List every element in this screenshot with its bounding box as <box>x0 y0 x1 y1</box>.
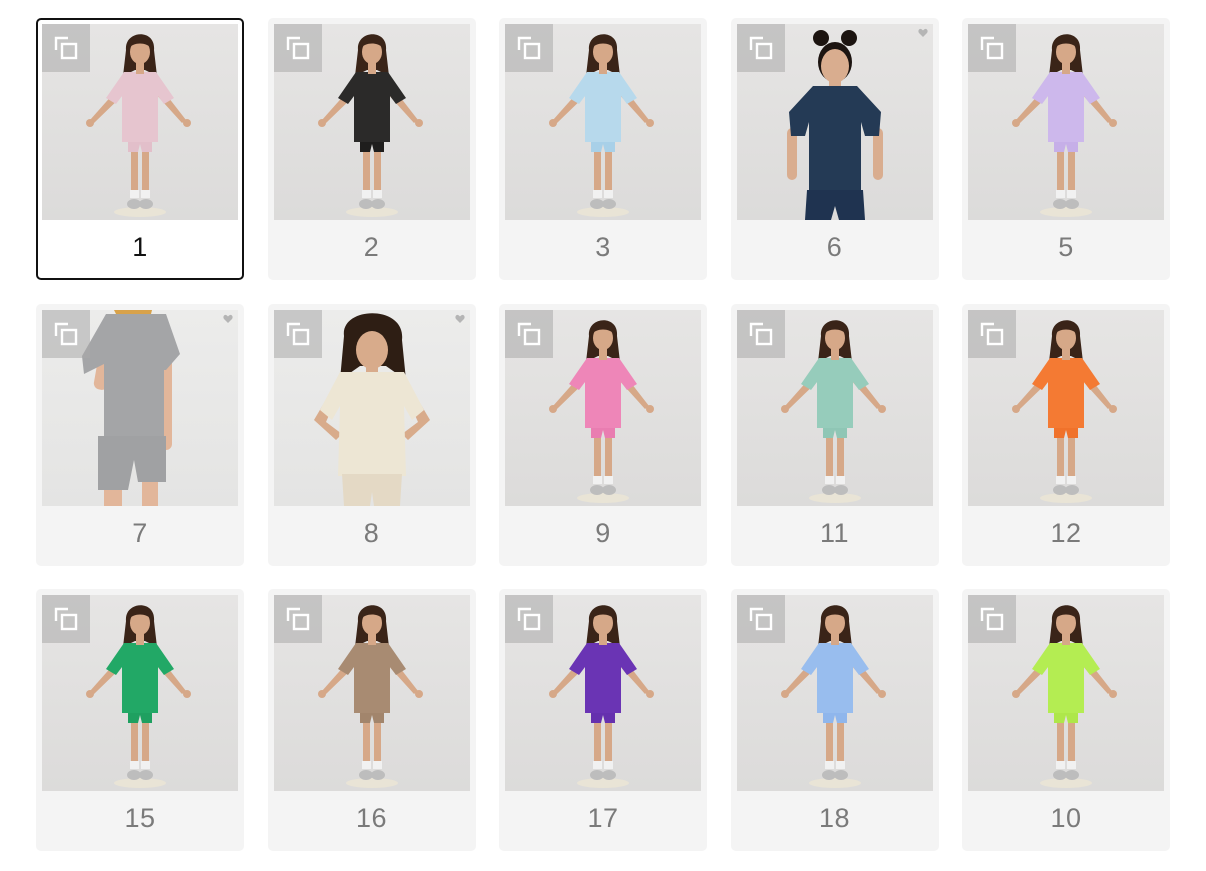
color-swatch-tile[interactable]: 17 <box>499 589 707 851</box>
zoom-square-icon <box>749 322 772 345</box>
color-swatch-tile[interactable]: 16 <box>267 589 476 851</box>
swatch-product-image <box>42 24 238 220</box>
swatch-product-image <box>42 595 238 791</box>
swatch-product-image <box>736 24 933 220</box>
swatch-label: 1 <box>132 232 148 262</box>
swatch-label: 9 <box>595 517 611 548</box>
swatch-label: 7 <box>132 517 148 548</box>
color-swatch-tile[interactable]: 3 <box>499 18 707 280</box>
swatch-product-image <box>968 595 1164 791</box>
color-swatch-tile[interactable]: 15 <box>36 589 244 851</box>
zoom-image-button[interactable] <box>968 309 1016 358</box>
zoom-image-button[interactable] <box>273 24 322 72</box>
swatch-product-image <box>736 309 933 506</box>
color-swatch-tile[interactable]: 9 <box>499 303 707 566</box>
swatch-label: 8 <box>363 517 380 548</box>
zoom-square-icon <box>980 607 1004 631</box>
color-swatch-tile[interactable]: 1 <box>36 18 244 280</box>
zoom-image-button[interactable] <box>736 24 785 72</box>
swatch-label: 15 <box>124 803 156 833</box>
zoom-square-icon <box>286 36 309 60</box>
zoom-square-icon <box>980 36 1004 60</box>
swatch-label: 2 <box>363 232 380 262</box>
zoom-image-button[interactable] <box>273 309 322 358</box>
color-swatch-tile[interactable]: 10 <box>962 589 1170 851</box>
zoom-square-icon <box>749 607 772 631</box>
swatch-product-image <box>273 24 470 220</box>
swatch-product-image <box>505 24 701 220</box>
zoom-square-icon <box>517 322 541 345</box>
swatch-label: 10 <box>1050 803 1082 833</box>
zoom-image-button[interactable] <box>42 309 90 358</box>
color-swatch-tile[interactable]: 2 <box>267 18 476 280</box>
color-swatch-grid: 1 2 3 6 5 7 8 9 11 12 15 16 17 18 10 <box>36 18 1170 851</box>
swatch-label: 11 <box>819 517 850 548</box>
swatch-product-image <box>968 24 1164 220</box>
zoom-image-button[interactable] <box>968 595 1016 643</box>
zoom-square-icon <box>286 322 309 345</box>
zoom-image-button[interactable] <box>505 595 553 643</box>
zoom-image-button[interactable] <box>736 595 785 643</box>
swatch-label: 18 <box>818 803 851 833</box>
swatch-product-image <box>968 309 1164 506</box>
zoom-square-icon <box>749 36 772 60</box>
color-swatch-tile[interactable]: 6 <box>730 18 939 280</box>
swatch-label: 17 <box>587 803 619 833</box>
zoom-image-button[interactable] <box>968 24 1016 72</box>
zoom-image-button[interactable] <box>273 595 322 643</box>
heart-icon[interactable] <box>454 314 465 324</box>
swatch-product-image <box>42 309 238 506</box>
color-swatch-tile[interactable]: 7 <box>36 303 244 566</box>
swatch-label: 16 <box>355 803 388 833</box>
swatch-label: 3 <box>595 232 611 262</box>
swatch-product-image <box>736 595 933 791</box>
swatch-label: 5 <box>1058 232 1074 262</box>
color-swatch-tile[interactable]: 11 <box>730 303 939 566</box>
zoom-square-icon <box>54 322 78 345</box>
color-swatch-tile[interactable]: 5 <box>962 18 1170 280</box>
swatch-product-image <box>505 309 701 506</box>
zoom-square-icon <box>517 36 541 60</box>
zoom-image-button[interactable] <box>42 24 90 72</box>
zoom-image-button[interactable] <box>505 309 553 358</box>
color-swatch-tile[interactable]: 18 <box>730 589 939 851</box>
zoom-square-icon <box>54 607 78 631</box>
zoom-square-icon <box>286 607 309 631</box>
color-swatch-tile[interactable]: 12 <box>962 303 1170 566</box>
swatch-label: 12 <box>1050 517 1082 548</box>
zoom-square-icon <box>980 322 1004 345</box>
heart-icon[interactable] <box>223 314 233 324</box>
heart-icon[interactable] <box>917 28 928 38</box>
zoom-image-button[interactable] <box>42 595 90 643</box>
swatch-product-image <box>273 595 470 791</box>
zoom-square-icon <box>54 36 78 60</box>
swatch-product-image <box>273 309 470 506</box>
swatch-label: 6 <box>826 232 843 262</box>
color-swatch-tile[interactable]: 8 <box>267 303 476 566</box>
zoom-image-button[interactable] <box>736 309 785 358</box>
zoom-square-icon <box>517 607 541 631</box>
zoom-image-button[interactable] <box>505 24 553 72</box>
swatch-product-image <box>505 595 701 791</box>
